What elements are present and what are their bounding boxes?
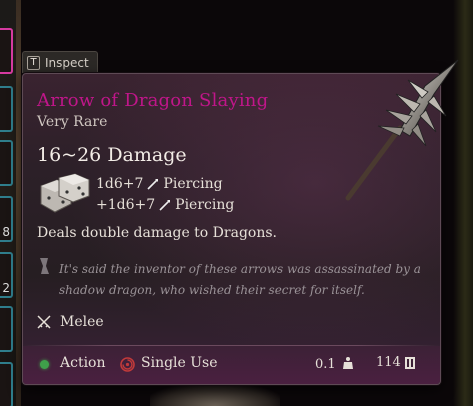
hotbar-slot-count: 2 — [2, 281, 10, 295]
damage-line: +1d6+7 Piercing — [96, 197, 234, 213]
inspect-label: Inspect — [45, 55, 89, 70]
damage-dice: +1d6+7 — [96, 197, 156, 213]
item-description: Deals double damage to Dragons. — [37, 225, 277, 241]
crossed-swords-icon — [37, 315, 51, 329]
damage-dice: 1d6+7 — [96, 176, 144, 192]
item-name: Arrow of Dragon Slaying — [37, 90, 269, 111]
item-damage: 16~26 Damage — [37, 144, 187, 166]
damage-type: Piercing — [163, 176, 223, 192]
dice-icon — [40, 173, 90, 213]
scroll-icon — [40, 258, 49, 274]
inspect-tab[interactable]: T Inspect — [22, 51, 98, 73]
hotbar-slot[interactable] — [0, 86, 13, 132]
item-lore: It's said the inventor of these arrows w… — [59, 262, 421, 297]
coin-icon — [405, 357, 415, 369]
inspect-hotkey: T — [27, 55, 40, 70]
item-rarity: Very Rare — [37, 114, 108, 130]
background-figure — [150, 384, 280, 406]
hotbar-slot[interactable] — [0, 362, 13, 406]
damage-type: Piercing — [175, 197, 235, 213]
hotbar-slot[interactable]: 2 — [0, 252, 13, 298]
piercing-icon — [147, 179, 159, 190]
action-icon — [40, 360, 49, 369]
hotbar-slot-count: 8 — [2, 225, 10, 239]
attack-type: Melee — [60, 314, 104, 330]
hotbar-slot[interactable] — [0, 140, 13, 186]
damage-line: 1d6+7 Piercing — [96, 176, 223, 192]
action-cost: Action — [60, 355, 106, 371]
hotbar-slot[interactable] — [0, 306, 13, 352]
usage-type: Single Use — [141, 355, 218, 371]
item-value: 114 — [376, 355, 401, 370]
single-use-icon — [120, 357, 135, 372]
hotbar-slot-active[interactable] — [0, 28, 13, 74]
hotbar-slot[interactable]: 8 — [0, 196, 13, 242]
weight-icon — [343, 357, 353, 369]
item-weight: 0.1 — [315, 357, 336, 372]
arrow-icon — [345, 59, 459, 201]
background-frame — [16, 0, 21, 406]
piercing-icon — [159, 200, 171, 211]
